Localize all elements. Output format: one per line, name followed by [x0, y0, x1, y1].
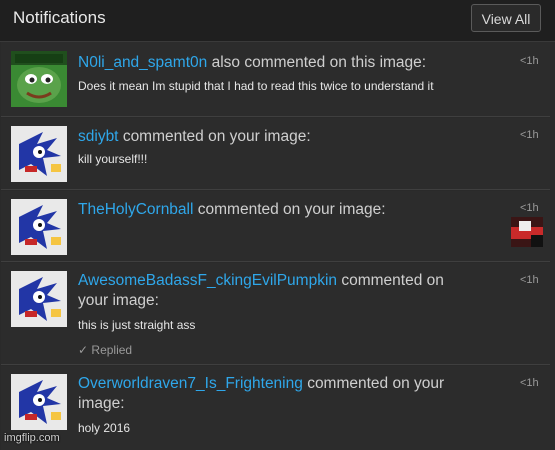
notification-username[interactable]: sdiybt: [78, 128, 119, 145]
notification-item[interactable]: N0li_and_spamt0n also commented on this …: [1, 42, 550, 117]
notification-comment: this is just straight ass: [78, 318, 196, 332]
notifications-panel: Notifications View All N0li_and_spamt0n …: [0, 0, 555, 450]
notification-time: <1h: [520, 129, 539, 141]
sonic-avatar[interactable]: [11, 199, 67, 255]
sonic-avatar[interactable]: [11, 374, 67, 430]
notification-item[interactable]: AwesomeBadassF_ckingEvilPumpkin commente…: [1, 263, 550, 365]
watermark: imgflip.com: [4, 432, 60, 444]
notifications-header: Notifications View All: [0, 0, 555, 42]
sonic-avatar[interactable]: [11, 271, 67, 327]
notification-username[interactable]: N0li_and_spamt0n: [78, 54, 207, 71]
notification-action: commented on your image:: [197, 201, 386, 218]
notification-username[interactable]: TheHolyCornball: [78, 201, 193, 218]
notification-username[interactable]: AwesomeBadassF_ckingEvilPumpkin: [78, 272, 337, 289]
image-preview[interactable]: [511, 217, 543, 247]
replied-label: Replied: [91, 343, 133, 357]
sonic-avatar[interactable]: [11, 126, 67, 182]
notification-item[interactable]: Overworldraven7_Is_Frightening commented…: [1, 366, 550, 450]
notification-action: commented on your image:: [122, 128, 311, 145]
notification-time: <1h: [520, 274, 539, 286]
checkmark-icon: ✓: [78, 343, 89, 357]
notification-item[interactable]: TheHolyCornball commented on your image:…: [1, 191, 550, 262]
notification-comment: kill yourself!!!: [78, 152, 148, 166]
notification-action: also commented on this image:: [211, 54, 427, 71]
notification-comment: Does it mean Im stupid that I had to rea…: [78, 79, 434, 93]
replied-status: ✓ Replied: [78, 343, 132, 357]
page-title: Notifications: [13, 8, 106, 27]
notification-time: <1h: [520, 202, 539, 214]
notification-list: N0li_and_spamt0n also commented on this …: [0, 42, 555, 450]
notification-item[interactable]: sdiybt commented on your image: kill you…: [1, 118, 550, 190]
pepe-avatar[interactable]: [11, 51, 67, 107]
notification-comment: holy 2016: [78, 421, 131, 435]
notification-time: <1h: [520, 55, 539, 67]
notification-time: <1h: [520, 377, 539, 389]
view-all-button[interactable]: View All: [471, 4, 541, 32]
notification-username[interactable]: Overworldraven7_Is_Frightening: [78, 375, 303, 392]
